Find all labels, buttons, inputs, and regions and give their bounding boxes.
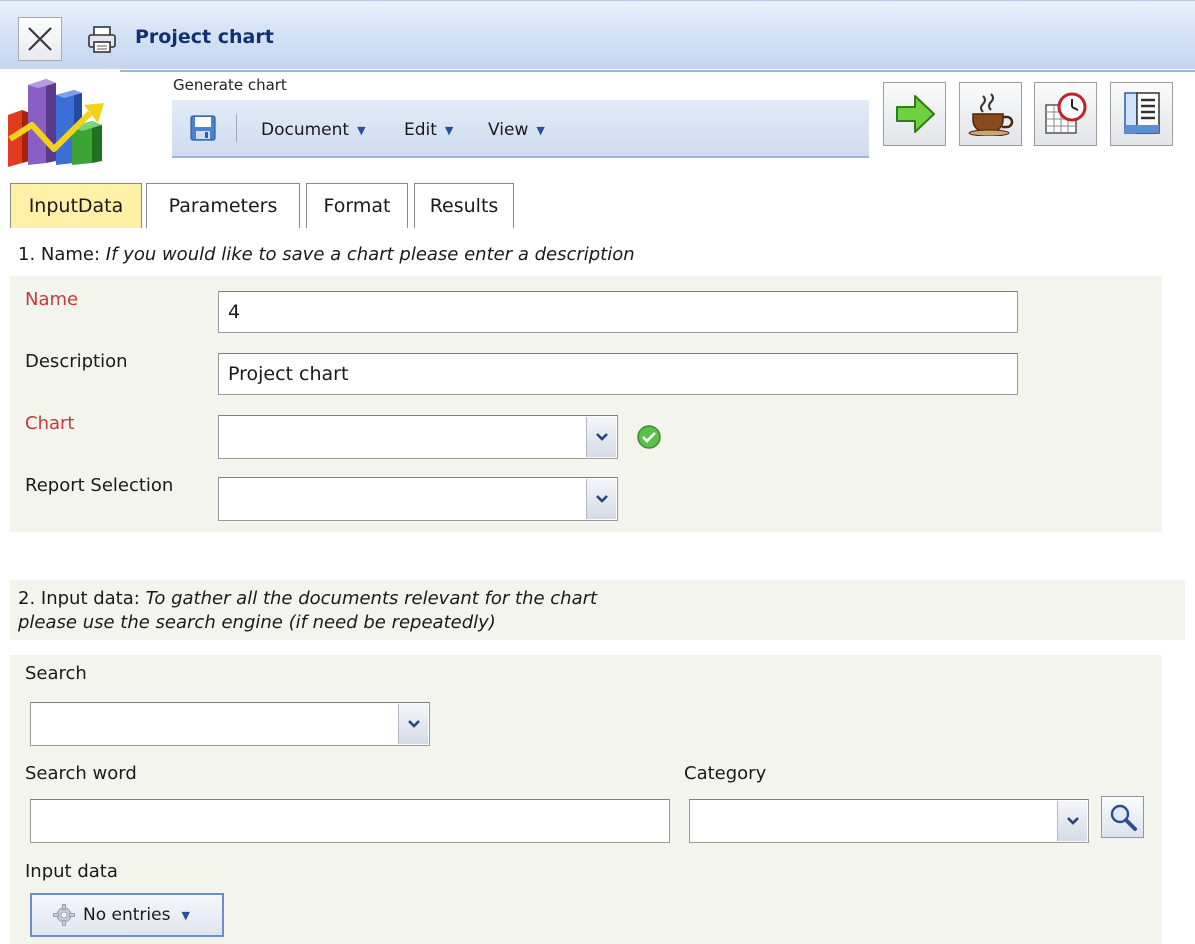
save-icon: [190, 115, 216, 141]
description-input[interactable]: [218, 353, 1018, 395]
window-title: Project chart: [135, 26, 274, 48]
search-word-label: Search word: [25, 763, 137, 784]
title-divider: [120, 70, 1195, 72]
menu-document[interactable]: Document ▼: [261, 120, 366, 140]
bar-chart-logo-icon: [8, 79, 104, 167]
section-2-hint-line1: To gather all the documents relevant for…: [145, 588, 598, 609]
menu-view-label: View: [488, 120, 529, 140]
chart-label: Chart: [25, 413, 75, 434]
menu-edit[interactable]: Edit ▼: [404, 120, 453, 140]
chart-select[interactable]: [218, 415, 618, 459]
description-label: Description: [25, 351, 128, 372]
section-1-prefix: 1. Name:: [18, 244, 106, 265]
section-2-prefix: 2. Input data:: [18, 588, 146, 609]
schedule-button[interactable]: [1034, 82, 1097, 146]
tab-results[interactable]: Results: [414, 183, 514, 228]
app-logo: [6, 75, 172, 167]
menu-edit-label: Edit: [404, 120, 437, 140]
section-2-heading: 2. Input data: To gather all the documen…: [18, 587, 597, 635]
toolbar-title: Generate chart: [173, 76, 287, 94]
chart-select-button[interactable]: [586, 417, 616, 457]
tab-input-data[interactable]: InputData: [10, 183, 142, 228]
tab-results-label: Results: [429, 195, 499, 217]
dropdown-arrow-icon: ▼: [536, 123, 545, 137]
pause-button[interactable]: [959, 82, 1022, 146]
calendar-clock-icon: [1044, 92, 1086, 134]
report-list-icon: [1123, 92, 1160, 134]
section-2-hint-line2: please use the search engine (if need be…: [18, 612, 496, 633]
chevron-down-icon: [595, 433, 608, 441]
search-select-button[interactable]: [398, 704, 428, 744]
name-input[interactable]: [218, 291, 1018, 333]
search-word-input[interactable]: [30, 799, 670, 843]
search-label: Search: [25, 663, 87, 684]
chevron-down-icon: [407, 720, 420, 728]
section-1-hint: If you would like to save a chart please…: [105, 244, 635, 265]
report-button[interactable]: [1110, 82, 1173, 146]
menu-separator: [236, 114, 237, 142]
category-label: Category: [684, 763, 767, 784]
chevron-down-icon: [595, 495, 608, 503]
print-button[interactable]: [82, 20, 122, 60]
name-label: Name: [25, 289, 79, 310]
category-select[interactable]: [689, 799, 1089, 843]
printer-icon: [88, 26, 116, 53]
menu-view[interactable]: View ▼: [488, 120, 545, 140]
search-button[interactable]: [1101, 796, 1144, 838]
gear-icon: [53, 904, 75, 926]
close-icon: [28, 27, 52, 51]
menu-bar: Document ▼ Edit ▼ View ▼: [172, 100, 869, 158]
report-selection-button[interactable]: [586, 479, 616, 519]
magnifier-icon: [1110, 804, 1137, 831]
menu-document-label: Document: [261, 120, 350, 140]
save-button[interactable]: [187, 112, 219, 144]
coffee-cup-icon: [968, 93, 1013, 136]
check-circle-icon: [637, 425, 661, 449]
search-select[interactable]: [30, 702, 430, 746]
input-data-button-label: No entries: [83, 905, 171, 925]
input-data-dropdown-button[interactable]: No entries ▼: [30, 893, 224, 937]
dropdown-arrow-icon: ▼: [181, 908, 190, 922]
valid-check-indicator: [636, 424, 662, 454]
green-arrow-right-icon: [895, 95, 935, 133]
close-button[interactable]: [18, 17, 62, 61]
run-button[interactable]: [883, 82, 946, 146]
category-select-button[interactable]: [1057, 801, 1087, 841]
report-selection-label: Report Selection: [25, 475, 174, 496]
chevron-down-icon: [1066, 817, 1079, 825]
tab-parameters-label: Parameters: [168, 195, 278, 217]
input-data-label: Input data: [25, 861, 118, 882]
dropdown-arrow-icon: ▼: [444, 123, 454, 137]
section-1-heading: 1. Name: If you would like to save a cha…: [18, 244, 635, 265]
tab-input-data-label: InputData: [28, 195, 124, 217]
report-selection-select[interactable]: [218, 477, 618, 521]
dropdown-arrow-icon: ▼: [357, 123, 366, 137]
tab-format-label: Format: [323, 195, 391, 217]
tab-format[interactable]: Format: [306, 183, 408, 228]
tab-parameters[interactable]: Parameters: [146, 183, 300, 228]
